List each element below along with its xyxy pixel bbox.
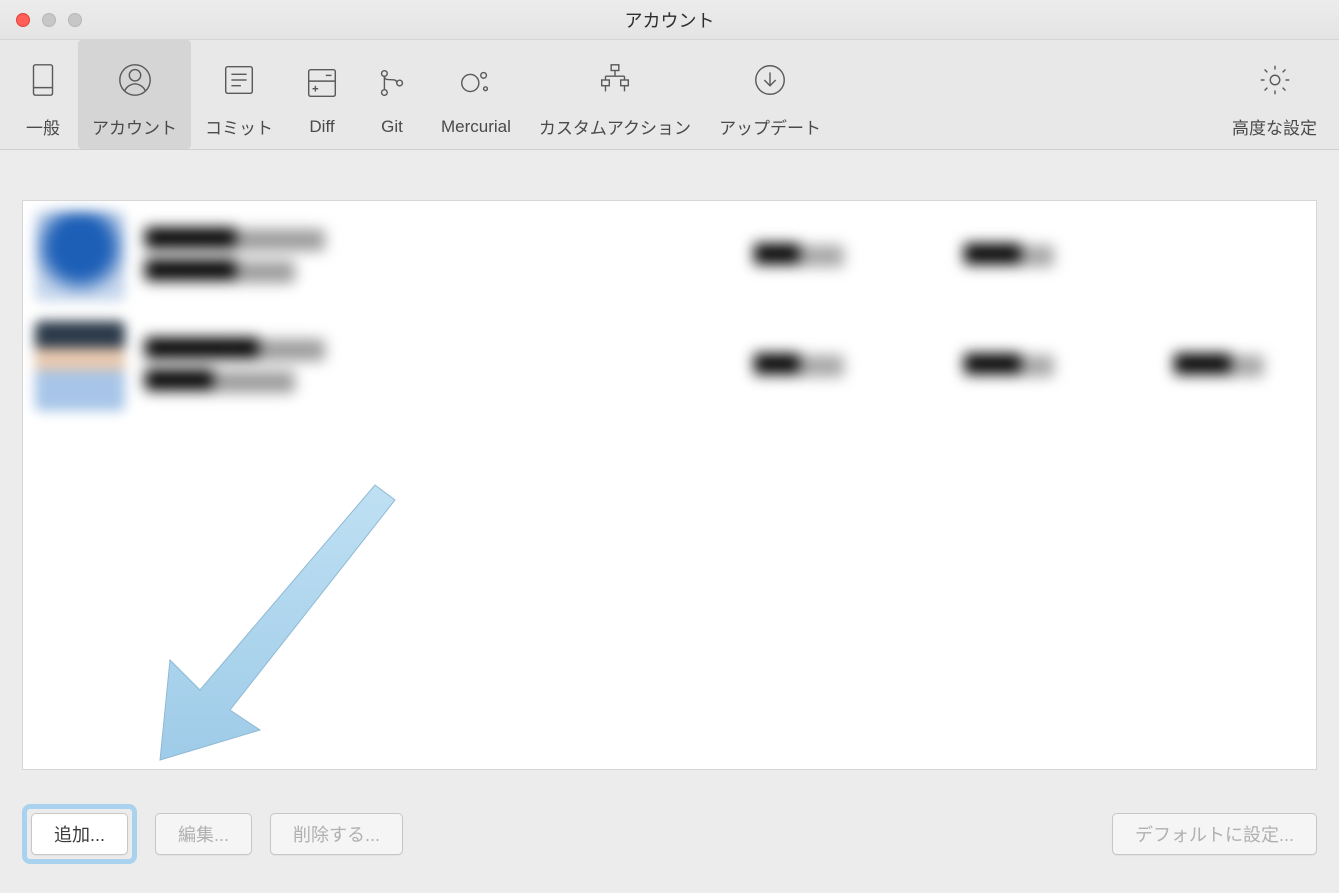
- tab-label: Git: [381, 117, 403, 137]
- highlight-ring: 追加...: [22, 804, 137, 864]
- custom-actions-icon: [596, 52, 634, 108]
- zoom-window-button[interactable]: [68, 13, 82, 27]
- avatar: [35, 211, 125, 301]
- diff-icon: [303, 55, 341, 111]
- tab-general[interactable]: 一般: [8, 40, 78, 149]
- tab-advanced[interactable]: 高度な設定: [1218, 40, 1331, 149]
- gear-icon: [1256, 52, 1294, 108]
- account-columns: ████ █████: [754, 245, 1264, 267]
- tab-label: Diff: [309, 117, 334, 137]
- account-col: █████: [964, 355, 1054, 377]
- toolbar: 一般 アカウント コミット Diff Git Mercurial: [0, 40, 1339, 150]
- minimize-window-button[interactable]: [42, 13, 56, 27]
- account-icon: [116, 52, 154, 108]
- tab-update[interactable]: アップデート: [705, 40, 835, 149]
- account-name-secondary: ██████: [145, 371, 295, 393]
- content-area: ████████ ████████ ████ █████ ██████████ …: [0, 150, 1339, 790]
- account-col: █████: [964, 245, 1054, 267]
- account-row[interactable]: ██████████ ██████ ████ █████ █████: [23, 311, 1316, 421]
- account-name-secondary: ████████: [145, 261, 295, 283]
- tab-diff[interactable]: Diff: [287, 40, 357, 149]
- tab-label: Mercurial: [441, 117, 511, 137]
- tab-accounts[interactable]: アカウント: [78, 40, 191, 149]
- avatar: [35, 321, 125, 411]
- tab-custom-actions[interactable]: カスタムアクション: [525, 40, 705, 149]
- close-window-button[interactable]: [16, 13, 30, 27]
- tab-label: 一般: [26, 114, 60, 139]
- git-icon: [373, 55, 411, 111]
- traffic-lights: [0, 13, 82, 27]
- tab-mercurial[interactable]: Mercurial: [427, 40, 525, 149]
- accounts-list[interactable]: ████████ ████████ ████ █████ ██████████ …: [22, 200, 1317, 770]
- bottom-button-bar: 追加... 編集... 削除する... デフォルトに設定...: [0, 790, 1339, 878]
- account-name-primary: ██████████: [145, 339, 325, 361]
- mercurial-icon: [457, 55, 495, 111]
- tab-label: コミット: [205, 114, 273, 139]
- window-title: アカウント: [625, 7, 715, 33]
- account-col: ████: [754, 245, 844, 267]
- tab-label: カスタムアクション: [539, 114, 691, 139]
- account-name-block: ██████████ ██████: [145, 339, 405, 393]
- tab-label: 高度な設定: [1232, 114, 1317, 139]
- tab-git[interactable]: Git: [357, 40, 427, 149]
- delete-button[interactable]: 削除する...: [270, 813, 403, 855]
- account-name-primary: ████████: [145, 229, 325, 251]
- set-default-button[interactable]: デフォルトに設定...: [1112, 813, 1317, 855]
- titlebar: アカウント: [0, 0, 1339, 40]
- tab-label: アカウント: [92, 114, 177, 139]
- add-button[interactable]: 追加...: [31, 813, 128, 855]
- commit-icon: [220, 52, 258, 108]
- account-col: ████: [754, 355, 844, 377]
- tab-commit[interactable]: コミット: [191, 40, 287, 149]
- tab-label: アップデート: [719, 114, 821, 139]
- account-row[interactable]: ████████ ████████ ████ █████: [23, 201, 1316, 311]
- update-icon: [751, 52, 789, 108]
- edit-button[interactable]: 編集...: [155, 813, 252, 855]
- account-columns: ████ █████ █████: [754, 355, 1264, 377]
- general-icon: [24, 52, 62, 108]
- account-col: █████: [1174, 355, 1264, 377]
- account-name-block: ████████ ████████: [145, 229, 405, 283]
